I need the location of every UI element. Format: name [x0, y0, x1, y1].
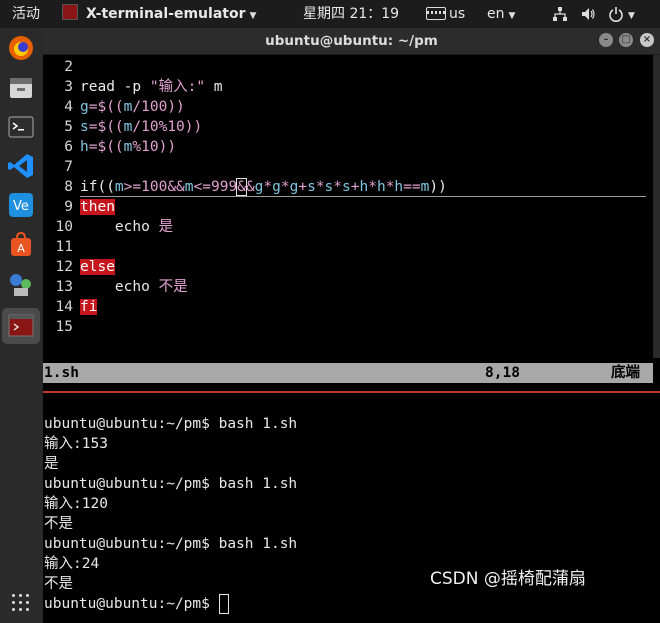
- shell-line: 输入:120: [44, 496, 108, 512]
- chevron-down-icon: ▼: [628, 11, 635, 21]
- terminal-app-icon: [62, 4, 78, 20]
- volume-indicator[interactable]: [580, 0, 596, 28]
- status-scroll-position: 底端: [611, 365, 640, 381]
- software-center-icon[interactable]: A: [6, 230, 36, 260]
- files-icon[interactable]: [6, 72, 36, 102]
- code-line-current: 8 if((m>=100&&m<=999&&g*g*g+s*s*s+h*h*h=…: [64, 178, 447, 196]
- svg-text:A: A: [17, 242, 25, 255]
- vim-editor[interactable]: 2 3 read -p "输入:" m 4 g=$((m/100)) 5 s=$…: [43, 55, 660, 383]
- vim-status-line: 1.sh 8,18 底端: [43, 363, 653, 383]
- code-line: 4 g=$((m/100)): [64, 99, 185, 115]
- network-icon: [553, 7, 567, 21]
- vim-scrollbar[interactable]: [653, 55, 660, 358]
- terminal-icon[interactable]: [6, 112, 36, 142]
- firefox-icon[interactable]: [6, 33, 36, 63]
- watermark: CSDN @摇椅配蒲扇: [430, 569, 586, 589]
- minimize-icon[interactable]: –: [599, 33, 613, 47]
- activities-button[interactable]: 活动: [12, 0, 40, 28]
- code-line: 2: [64, 59, 73, 75]
- network-indicator[interactable]: [552, 0, 568, 28]
- close-icon[interactable]: ×: [640, 33, 654, 47]
- volume-icon: [582, 8, 595, 20]
- dock: Ve A: [0, 28, 43, 623]
- code-line: 9 then: [64, 199, 115, 215]
- shell-prompt: ubuntu@ubuntu:~/pm$: [44, 596, 219, 612]
- show-applications-icon[interactable]: [12, 594, 30, 612]
- shell-line: ubuntu@ubuntu:~/pm$ bash 1.sh: [44, 536, 298, 552]
- power-menu[interactable]: ▼: [608, 0, 635, 28]
- code-line: 5 s=$((m/10%10)): [64, 119, 203, 135]
- code-line: 15: [55, 319, 73, 335]
- power-icon: [609, 7, 623, 22]
- shell-prompt-line: ubuntu@ubuntu:~/pm$: [44, 594, 229, 614]
- code-line: 13 echo 不是: [55, 279, 188, 295]
- keyboard-layout: us: [449, 6, 466, 22]
- shell-line: ubuntu@ubuntu:~/pm$ bash 1.sh: [44, 416, 298, 432]
- shell-line: 不是: [44, 516, 73, 532]
- status-filename: 1.sh: [44, 365, 79, 381]
- vscode-icon[interactable]: [6, 151, 36, 181]
- code-line: 3 read -p "输入:" m: [64, 79, 223, 95]
- clock[interactable]: 星期四 21：19: [303, 0, 399, 28]
- chevron-down-icon: ▼: [249, 11, 257, 21]
- cursor-line-underline: [80, 196, 646, 197]
- keyboard-icon: [426, 6, 446, 20]
- x-terminal-icon[interactable]: [2, 308, 40, 344]
- code-line: 12 else: [55, 259, 115, 275]
- window-titlebar[interactable]: ubuntu@ubuntu: ~/pm – □ ×: [43, 28, 660, 55]
- shell-line: ubuntu@ubuntu:~/pm$ bash 1.sh: [44, 476, 298, 492]
- terminal-window: ubuntu@ubuntu: ~/pm – □ × 2 3 read -p "输…: [43, 28, 660, 623]
- language-menu[interactable]: en ▼: [487, 0, 515, 28]
- shell-line: 输入:24: [44, 556, 100, 572]
- top-bar: 活动 X-terminal-emulator ▼ 星期四 21：19 us en ▼…: [0, 0, 660, 28]
- app-menu[interactable]: X-terminal-emulator ▼: [62, 0, 256, 28]
- code-line: 10 echo 是: [55, 219, 174, 235]
- code-line: 11: [55, 239, 73, 255]
- svg-text:Ve: Ve: [13, 199, 29, 214]
- keyboard-indicator[interactable]: us: [426, 0, 465, 28]
- status-cursor-position: 8,18: [485, 365, 520, 381]
- chevron-down-icon: ▼: [508, 11, 516, 21]
- vscode-alt-icon[interactable]: Ve: [6, 190, 36, 220]
- code-line: 14 fi: [55, 299, 98, 315]
- shell-line: 输入:153: [44, 436, 108, 452]
- network-tools-icon[interactable]: [6, 270, 36, 300]
- pane-divider[interactable]: [43, 391, 660, 393]
- terminal-cursor: [218, 594, 229, 614]
- shell-line: 是: [44, 456, 59, 472]
- window-title: ubuntu@ubuntu: ~/pm: [265, 33, 438, 49]
- shell-line: 不是: [44, 576, 73, 592]
- maximize-icon[interactable]: □: [619, 33, 633, 47]
- code-line: 7: [64, 159, 73, 175]
- app-name: X-terminal-emulator: [86, 6, 246, 22]
- code-line: 6 h=$((m%10)): [64, 139, 177, 155]
- language-label: en: [487, 6, 505, 22]
